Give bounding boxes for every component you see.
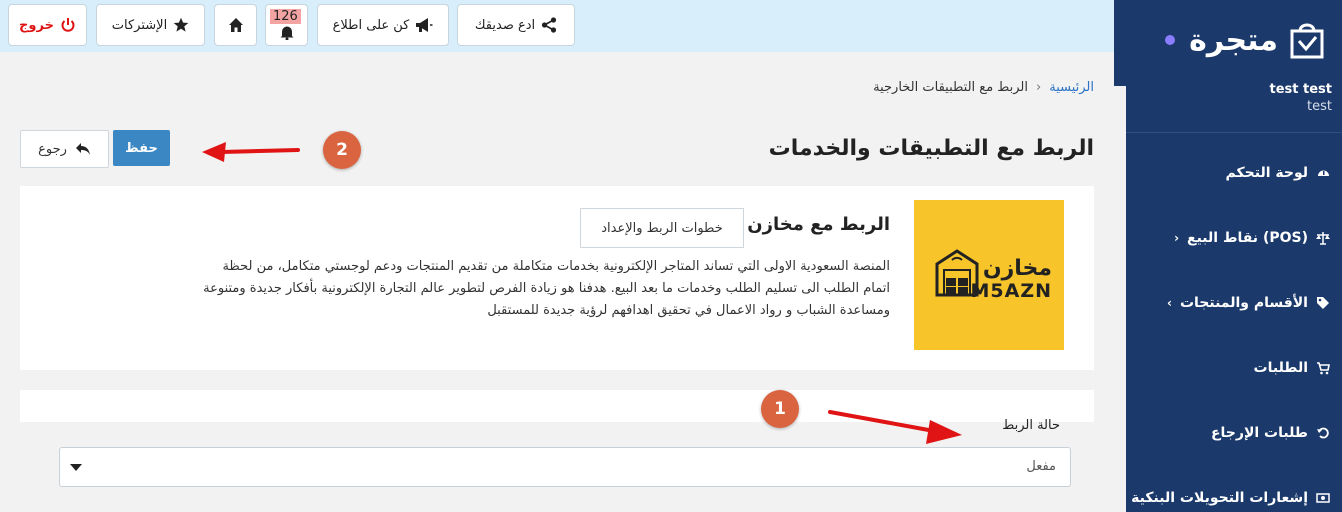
user-store: test [1307,99,1332,114]
sidebar-item-label: الأقسام والمنتجات [1179,294,1308,311]
breadcrumb-home-link[interactable]: الرئيسية [1049,80,1094,95]
notifications-button[interactable]: 126 [265,4,308,46]
back-label: رجوع [38,141,67,157]
sidebar-menu: لوحة التحكم نقاط البيع (POS) › الأقسام و… [1126,140,1342,512]
sidebar-item-label: طلبات الإرجاع [1210,424,1308,441]
sidebar-item-label: الطلبات [1253,359,1308,376]
notification-count-badge: 126 [270,9,301,24]
cart-icon [1316,361,1330,375]
megaphone-icon [416,18,433,32]
sidebar-edge [1114,86,1126,512]
setup-steps-button[interactable]: خطوات الربط والإعداد [580,208,744,248]
bell-icon [280,26,293,40]
logo-dot [1165,35,1176,45]
star-icon [173,17,189,32]
home-icon [228,18,243,32]
shopping-bag-icon [1290,23,1324,59]
caret-down-icon [70,464,82,471]
dashboard-icon [1316,166,1330,180]
sidebar-item-bank-transfers[interactable]: إشعارات التحويلات البنكية [1126,465,1342,512]
sidebar-item-label: لوحة التحكم [1225,164,1308,181]
reply-arrow-icon [75,143,90,155]
back-button[interactable]: رجوع [20,130,109,168]
breadcrumb-separator: › [1036,80,1042,95]
invite-friend-label: ادع صديقك [474,17,536,33]
money-icon [1316,491,1330,505]
tag-icon [1316,296,1330,310]
integration-description: المنصة السعودية الاولى التي تساند المتاج… [203,259,890,318]
breadcrumb: الرئيسية › الربط مع التطبيقات الخارجية [873,80,1094,95]
sidebar-item-returns[interactable]: طلبات الإرجاع [1126,400,1342,465]
save-button[interactable]: حفظ [113,130,170,166]
sidebar-item-orders[interactable]: الطلبات [1126,335,1342,400]
stay-informed-label: كن على اطلاع [332,17,410,33]
user-name: test test [1269,82,1333,97]
annotation-arrow-1 [828,410,962,444]
sidebar-item-dashboard[interactable]: لوحة التحكم [1126,140,1342,205]
user-info: test test test [1126,82,1342,114]
integration-card: مخازن M5AZN الربط مع مخازن خطوات الربط و… [20,186,1094,370]
annotation-arrow-2 [202,142,300,162]
m5azn-logo: مخازن M5AZN [914,200,1064,350]
connection-status-select[interactable]: مفعل [59,447,1071,487]
breadcrumb-current: الربط مع التطبيقات الخارجية [873,80,1029,95]
logout-button[interactable]: خروج [8,4,87,46]
brand-logo[interactable]: متجرة [1114,0,1342,80]
chevron-right-icon: › [1174,230,1180,245]
subscriptions-label: الإشتركات [111,17,168,33]
power-icon [61,18,75,32]
sidebar-item-label: نقاط البيع (POS) [1187,229,1308,246]
stay-informed-button[interactable]: كن على اطلاع [317,4,449,46]
sidebar: متجرة test test test لوحة التحكم نقاط ال… [1114,0,1342,512]
brand-name: متجرة [1189,22,1278,58]
sidebar-item-pos[interactable]: نقاط البيع (POS) › [1126,205,1342,270]
logo-text-arabic: مخازن [982,256,1052,281]
logo-text-english: M5AZN [970,280,1052,302]
integration-title: الربط مع مخازن [747,214,890,235]
home-button[interactable] [214,4,257,46]
subscriptions-button[interactable]: الإشتركات [96,4,205,46]
sidebar-item-label: إشعارات التحويلات البنكية [1131,489,1308,506]
chevron-left-icon: ‹ [1167,295,1172,310]
divider [1126,132,1342,133]
sidebar-item-categories[interactable]: الأقسام والمنتجات ‹ [1126,270,1342,335]
connection-status-label: حالة الربط [1002,418,1060,433]
scale-icon [1316,231,1330,245]
top-bar: خروج الإشتركات 126 كن على اطلاع ادع صديق… [0,0,1114,52]
undo-icon [1316,426,1330,440]
selected-value: مفعل [1026,459,1056,474]
invite-friend-button[interactable]: ادع صديقك [457,4,575,46]
annotation-marker-2: 2 [323,131,361,169]
annotation-marker-1: 1 [761,390,799,428]
share-icon [542,17,557,33]
logout-label: خروج [19,17,54,33]
page-title: الربط مع التطبيقات والخدمات [768,136,1094,161]
